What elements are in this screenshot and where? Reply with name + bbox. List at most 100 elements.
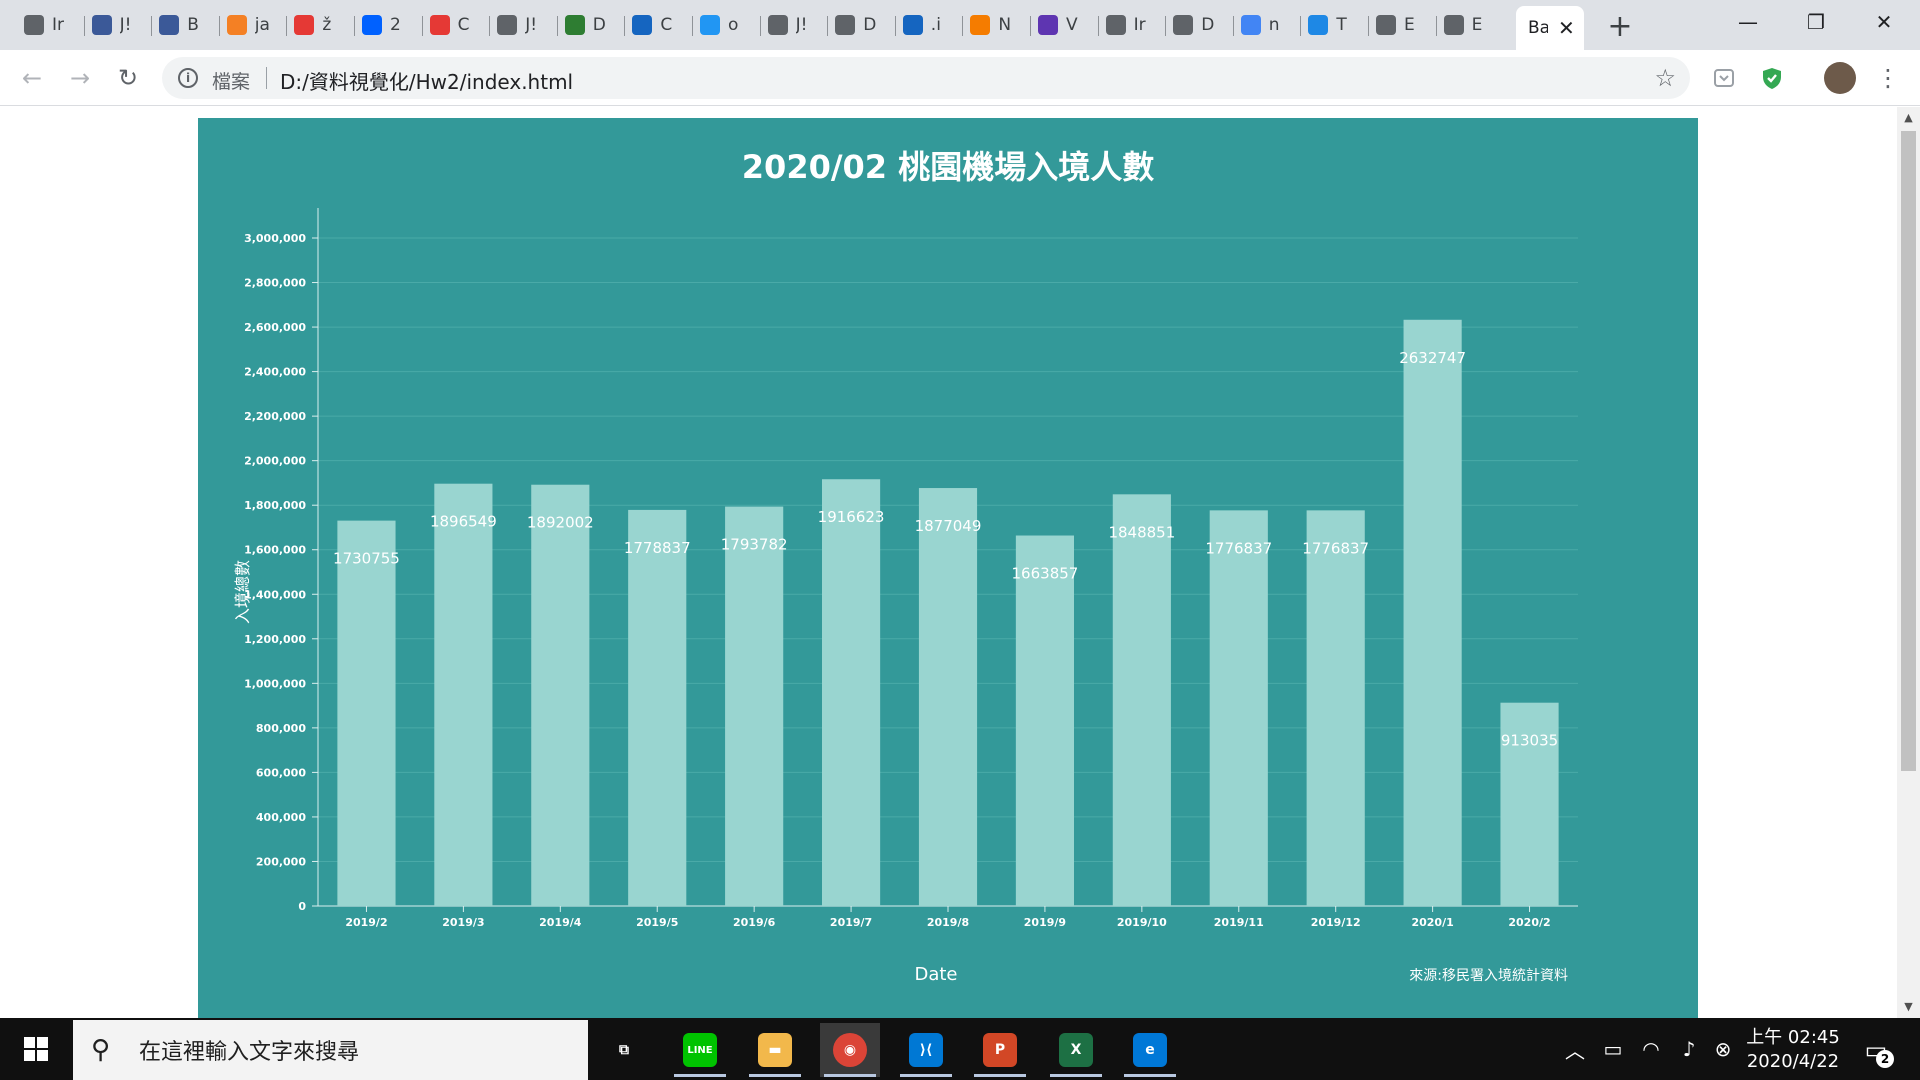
bar-value-label: 1877049 [915, 517, 982, 535]
extension-shield-icon[interactable] [1758, 64, 1786, 92]
tray-overflow-icon[interactable]: ︿ [1558, 1018, 1592, 1080]
taskbar-search-box[interactable]: ⚲ 在這裡輸入文字來搜尋 [73, 1020, 588, 1080]
active-tab-title: Ba [1528, 18, 1548, 38]
browser-toolbar: ← → ↻ i 檔案 D:/資料視覺化/Hw2/index.html ☆ ⋮ [0, 50, 1920, 106]
tab-separator [1435, 16, 1437, 36]
browser-tab[interactable]: E [1443, 8, 1486, 42]
address-bar[interactable]: i 檔案 D:/資料視覺化/Hw2/index.html ☆ [162, 57, 1690, 99]
scrollbar-thumb[interactable] [1901, 131, 1916, 771]
vscode-icon: ⟩⟨ [909, 1033, 943, 1067]
browser-tab[interactable]: .i [902, 8, 945, 42]
browser-tab[interactable]: J! [767, 8, 810, 42]
active-tab[interactable]: Ba ✕ [1516, 6, 1584, 50]
chart-bar [822, 479, 881, 906]
tab-separator [489, 16, 491, 36]
edge-icon: e [1133, 1033, 1167, 1067]
browser-tab[interactable]: ž [294, 8, 336, 42]
browser-tab[interactable]: J! [497, 8, 539, 42]
x-tick-label: 2020/2 [1508, 916, 1550, 929]
info-icon[interactable]: i [178, 68, 198, 88]
taskbar-app-task-view[interactable]: ⧉ [594, 1023, 654, 1077]
battery-icon[interactable]: ▭ [1596, 1018, 1630, 1080]
reload-button[interactable]: ↻ [112, 62, 144, 94]
browser-tab-title: N [998, 15, 1012, 35]
notification-count-badge: 2 [1876, 1050, 1894, 1068]
taskbar-clock[interactable]: 上午 02:45 2020/4/22 [1738, 1026, 1848, 1074]
taskbar-search-placeholder: 在這裡輸入文字來搜尋 [139, 1040, 360, 1065]
browser-tab[interactable]: n [1240, 8, 1283, 42]
scroll-up-arrow-icon[interactable]: ▲ [1901, 111, 1916, 127]
browser-tab[interactable]: Ir [24, 8, 66, 42]
x-tick-label: 2019/8 [927, 916, 969, 929]
tab-separator [421, 16, 423, 36]
y-tick-label: 1,800,000 [244, 499, 306, 512]
browser-tab[interactable]: o [700, 8, 742, 42]
browser-tab[interactable]: C [429, 8, 472, 42]
bookmark-star-icon[interactable]: ☆ [1654, 64, 1676, 92]
wifi-icon[interactable]: ◠ [1634, 1018, 1668, 1080]
browser-tab-title: .i [930, 15, 941, 35]
profile-avatar[interactable] [1824, 62, 1856, 94]
action-center-button[interactable]: ▭ 2 [1856, 1030, 1896, 1070]
bar-value-label: 1730755 [333, 550, 400, 568]
back-button[interactable]: ← [16, 62, 48, 94]
browser-tab[interactable]: V [1038, 8, 1080, 42]
minimize-button[interactable]: — [1714, 0, 1782, 44]
y-tick-label: 1,400,000 [244, 588, 306, 601]
tab-close-icon[interactable]: ✕ [1558, 16, 1575, 40]
scroll-down-arrow-icon[interactable]: ▼ [1901, 1000, 1916, 1016]
browser-tab-title: 2 [390, 15, 401, 35]
globe-icon [835, 15, 856, 35]
bar-value-label: 1892002 [527, 514, 594, 532]
taskbar-app-file-explorer[interactable]: ▬ [745, 1023, 805, 1077]
bar-value-label: 1916623 [818, 508, 885, 526]
browser-tab-title: J! [525, 15, 538, 35]
y-tick-label: 3,000,000 [244, 232, 306, 245]
browser-menu-button[interactable]: ⋮ [1872, 62, 1904, 94]
taskbar-app-excel[interactable]: X [1046, 1023, 1106, 1077]
cap-icon [700, 15, 720, 35]
line-icon: LINE [683, 1033, 717, 1067]
taskbar-app-chrome[interactable]: ◉ [820, 1023, 880, 1077]
taskbar-app-line[interactable]: LINE [670, 1023, 730, 1077]
browser-tab[interactable]: J! [91, 8, 134, 42]
restore-button[interactable]: ❐ [1782, 0, 1850, 44]
url-text[interactable]: D:/資料視覺化/Hw2/index.html [280, 66, 573, 95]
new-tab-button[interactable]: + [1604, 9, 1636, 44]
browser-tab[interactable]: Ir [1105, 8, 1148, 42]
forward-button[interactable]: → [64, 62, 96, 94]
volume-icon[interactable]: ♪ [1672, 1018, 1706, 1080]
browser-tab[interactable]: C [632, 8, 674, 42]
mute-x-icon[interactable]: ⊗ [1706, 1018, 1740, 1080]
taskbar-app-vscode[interactable]: ⟩⟨ [896, 1023, 956, 1077]
tab-separator [218, 16, 220, 36]
browser-tab-title: Ir [1133, 15, 1146, 35]
extension-pocket-icon[interactable] [1710, 64, 1738, 92]
x-tick-label: 2019/11 [1214, 916, 1264, 929]
start-button[interactable] [0, 1018, 72, 1080]
browser-tab[interactable]: E [1376, 8, 1418, 42]
browser-tab[interactable]: D [1173, 8, 1215, 42]
page-scrollbar[interactable]: ▲ ▼ [1897, 107, 1920, 1018]
tab-separator [1300, 16, 1302, 36]
browser-tab[interactable]: ja [226, 8, 269, 42]
x-tick-label: 2019/3 [442, 916, 484, 929]
browser-tab[interactable]: T [1308, 8, 1350, 42]
browser-tab[interactable]: B [159, 8, 201, 42]
browser-tab-title: V [1066, 15, 1078, 35]
close-window-button[interactable]: ✕ [1850, 0, 1918, 44]
y-tick-label: 2,800,000 [244, 277, 306, 290]
chart-bar [918, 488, 978, 906]
taskbar-app-edge[interactable]: e [1120, 1023, 1180, 1077]
bar-value-label: 1776837 [1205, 539, 1272, 557]
list-icon [1038, 15, 1058, 35]
browser-tab[interactable]: N [970, 8, 1012, 42]
browser-tab[interactable]: 2 [362, 8, 404, 42]
browser-tab[interactable]: D [835, 8, 877, 42]
y-tick-label: 1,600,000 [244, 544, 306, 557]
taskbar-app-powerpoint[interactable]: P [970, 1023, 1030, 1077]
y-tick-label: 200,000 [256, 855, 306, 868]
page-viewport: 2020/02 桃園機場入境人數 0 200,000 400,000 600,000 80… [0, 107, 1897, 1018]
x-axis-label: Date [914, 964, 957, 985]
browser-tab[interactable]: D [564, 8, 607, 42]
